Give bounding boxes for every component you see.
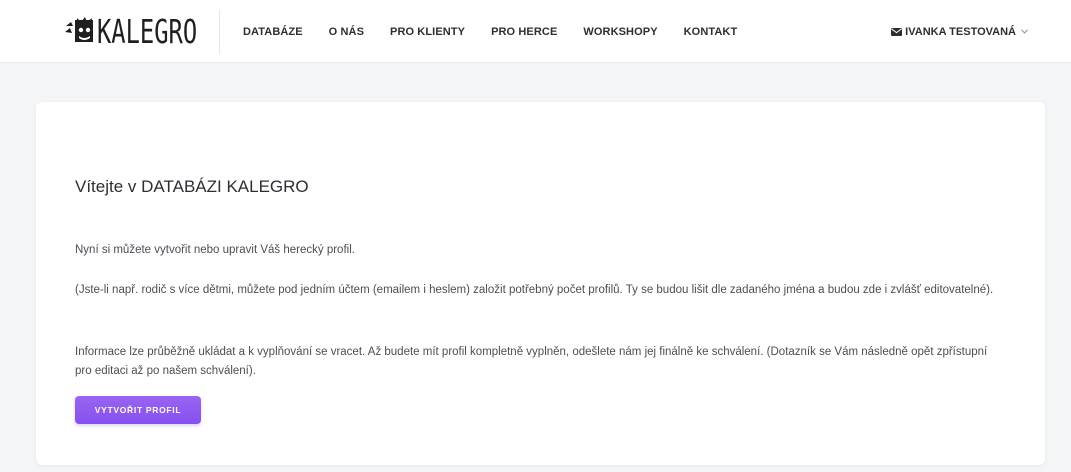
brand-logo-link[interactable]: KALEGRO	[63, 9, 236, 53]
nav-item-workshopy[interactable]: WORKSHOPY	[583, 26, 657, 38]
saving-info-paragraph: Informace lze průběžně ukládat a k vyplň…	[75, 346, 988, 377]
brand-name: KALEGRO	[97, 11, 198, 51]
nav-item-kontakt[interactable]: KONTAKT	[684, 26, 738, 38]
parent-info-paragraph: (Jste-li např. rodič s více dětmi, můžet…	[75, 284, 994, 296]
envelope-icon	[891, 27, 903, 36]
user-menu-dropdown[interactable]: IVANKA TESTOVANÁ	[891, 0, 1028, 63]
top-navbar: KALEGRO DATABÁZE O NÁS PRO KLIENTY PRO H…	[0, 0, 1071, 63]
nav-item-databaze[interactable]: DATABÁZE	[243, 26, 303, 38]
nav-item-pro-klienty[interactable]: PRO KLIENTY	[390, 26, 465, 38]
nav-item-o-nas[interactable]: O NÁS	[329, 26, 364, 38]
nav-item-pro-herce[interactable]: PRO HERCE	[491, 26, 557, 38]
brand-divider	[219, 10, 220, 54]
intro-paragraph: Nyní si můžete vytvořit nebo upravit Váš…	[75, 244, 355, 256]
user-name: IVANKA TESTOVANÁ	[905, 25, 1016, 38]
create-profile-button[interactable]: VYTVOŘIT PROFIL	[75, 396, 201, 424]
page-title: Vítejte v DATABÁZI KALEGRO	[75, 177, 309, 196]
kalegro-logo-icon	[65, 17, 93, 42]
main-nav: DATABÁZE O NÁS PRO KLIENTY PRO HERCE WOR…	[243, 0, 763, 63]
welcome-card: Vítejte v DATABÁZI KALEGRO Nyní si můžet…	[36, 102, 1045, 465]
chevron-down-icon	[1021, 29, 1028, 34]
